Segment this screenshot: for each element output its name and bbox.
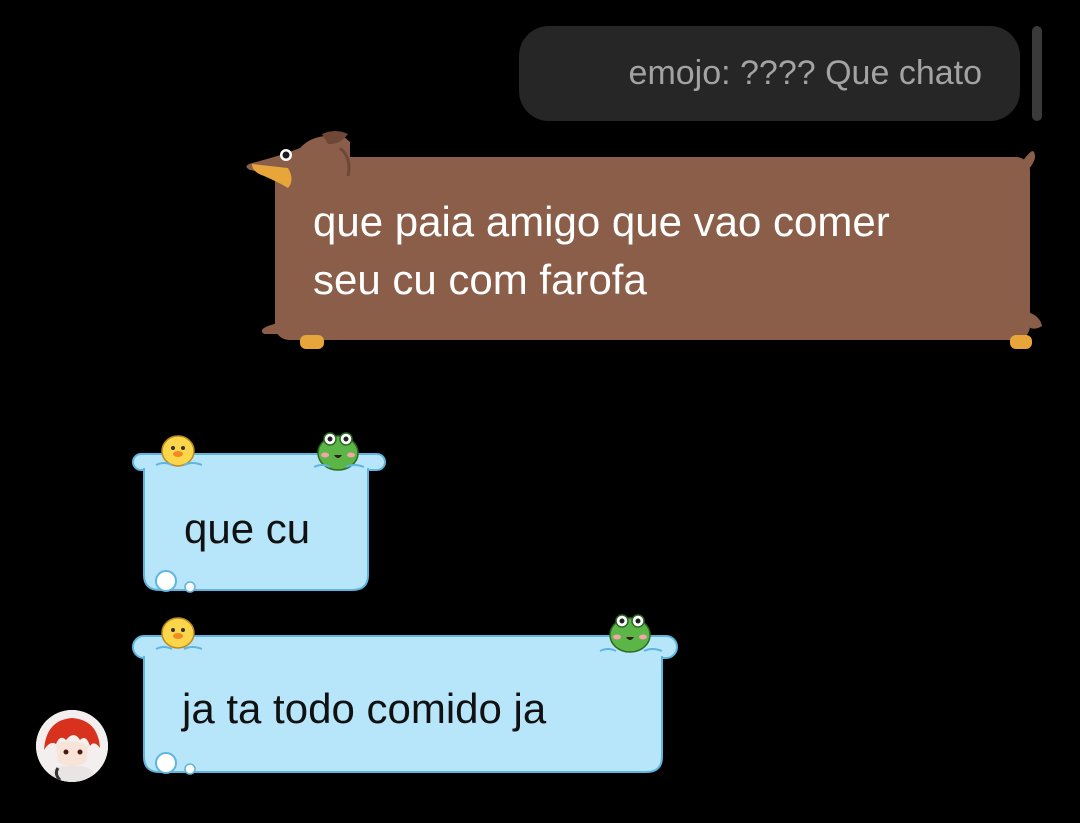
incoming-message-text: que cu [184, 505, 311, 552]
avatar-image-icon [36, 710, 108, 782]
reply-preview-text: emojo: ???? Que chato [628, 54, 982, 92]
sender-avatar[interactable] [36, 710, 108, 782]
message-line: seu cu com farofa [313, 256, 647, 303]
incoming-message-bubble[interactable]: que cu [130, 425, 390, 600]
reply-indicator-bar [1032, 26, 1042, 121]
reply-preview[interactable]: emojo: ???? Que chato [519, 26, 1020, 121]
outgoing-message-text: que paia amigo que vao comer seu cu com … [313, 193, 1013, 309]
outgoing-message-bubble[interactable]: que paia amigo que vao comer seu cu com … [240, 130, 1045, 355]
frog-icon [313, 432, 365, 471]
message-line: que paia amigo que vao comer [313, 198, 890, 245]
incoming-message-bubble[interactable]: ja ta todo comido ja [130, 607, 680, 782]
incoming-message-text: ja ta todo comido ja [182, 685, 547, 732]
